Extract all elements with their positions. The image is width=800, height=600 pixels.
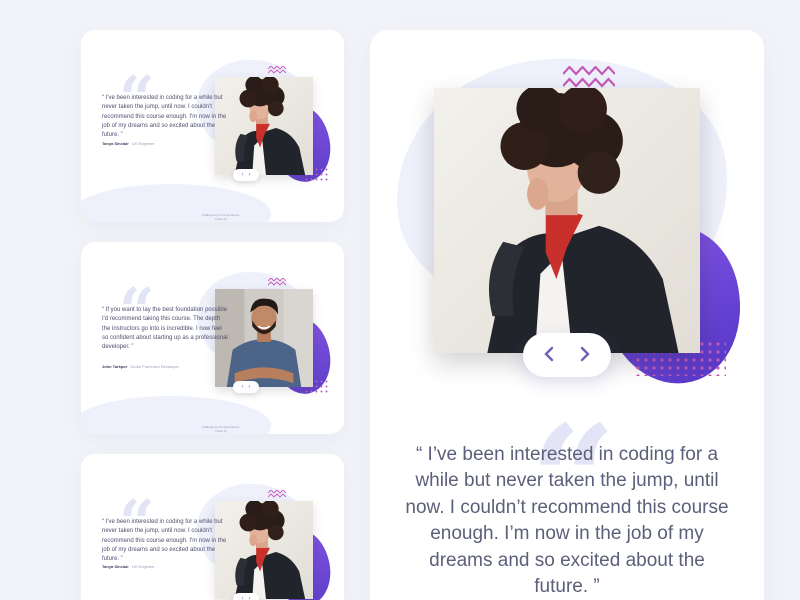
slider-nav: ‹ › [233, 593, 259, 600]
testimonial-text: “ I've been interested in coding for a w… [102, 519, 227, 563]
testimonial-text: “ If you want to lay the best foundation… [102, 307, 228, 351]
tanya-photo [215, 77, 313, 175]
tanya-photo [434, 88, 700, 353]
next-button[interactable] [579, 346, 591, 365]
zigzag-icon [268, 278, 286, 286]
zigzag-icon [268, 66, 286, 74]
author: Tanya Sinclair UX Engineer [102, 141, 155, 146]
testimonial-card-tanya-1: ‹ › “ “ I've been interested in coding f… [81, 30, 344, 222]
author-name: Tanya Sinclair [102, 141, 129, 146]
chevron-right-icon[interactable]: › [249, 172, 251, 178]
chevron-left-icon [544, 346, 554, 361]
author-role: UX Engineer [131, 564, 155, 569]
author: Tanya Sinclair UX Engineer [102, 564, 155, 569]
chevron-left-icon[interactable]: ‹ [242, 384, 244, 390]
author-role: Junior Front-end Developer [130, 364, 179, 369]
author-name: Tanya Sinclair [102, 564, 129, 569]
slider-nav: ‹ › [233, 169, 259, 181]
attribution: Challenge by Frontend Mentor. Coded by [181, 425, 261, 433]
author-role: UX Engineer [131, 141, 155, 146]
prev-button[interactable] [543, 346, 555, 365]
author-name: John Tarkpor [102, 364, 128, 369]
chevron-left-icon[interactable]: ‹ [242, 596, 244, 600]
chevron-left-icon[interactable]: ‹ [242, 172, 244, 178]
attribution: Challenge by Frontend Mentor. Coded by [181, 213, 261, 221]
testimonial-text: “ I’ve been interested in coding for a w… [405, 444, 729, 598]
testimonial-card-tanya-2: ‹ › “ “ I've been interested in coding f… [81, 454, 344, 600]
chevron-right-icon[interactable]: › [249, 384, 251, 390]
attribution-line2: Coded by [215, 216, 227, 221]
slider-nav: ‹ › [233, 381, 259, 393]
testimonial-text: “ I've been interested in coding for a w… [102, 95, 227, 139]
attribution-line2: Coded by [215, 428, 227, 433]
slider-nav [523, 333, 611, 377]
tanya-photo [215, 501, 313, 599]
testimonial-card-john: ‹ › “ “ If you want to lay the best foun… [81, 242, 344, 434]
chevron-right-icon [580, 346, 590, 361]
zigzag-icon [268, 490, 286, 498]
john-photo [215, 289, 313, 387]
author: John Tarkpor Junior Front-end Developer [102, 364, 179, 369]
testimonial-card-main: “ “ I’ve been interested in coding for a… [370, 30, 764, 600]
zigzag-icon [563, 66, 615, 88]
chevron-right-icon[interactable]: › [249, 596, 251, 600]
